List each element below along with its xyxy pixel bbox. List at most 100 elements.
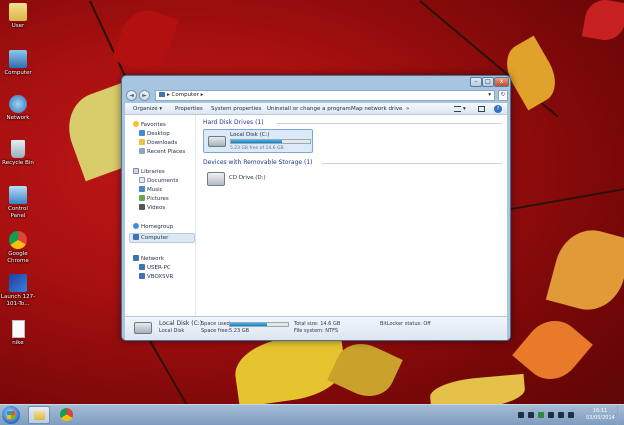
breadcrumb-root-chevron[interactable]: ▸ [167,92,170,98]
desktop-icon-label: Control Panel [8,206,28,219]
desktop-icon-nike[interactable]: nike [0,320,36,347]
wallpaper-branch [499,187,624,212]
taskbar-explorer-button[interactable] [28,406,50,424]
star-icon [133,121,139,127]
nav-downloads[interactable]: Downloads [139,139,177,148]
chrome-icon [60,408,73,421]
nav-favorites[interactable]: Favorites [133,121,166,130]
nav-label: Music [147,187,163,193]
desktop-icon-recycle-bin[interactable]: Recycle Bin [0,140,36,167]
nav-label: VBOXSVR [147,274,174,280]
desktop-icon-label: Computer [4,70,32,76]
nav-label: Computer [141,235,169,241]
nav-label: Favorites [141,122,166,128]
uninstall-program-button[interactable]: Uninstall or change a program [267,103,351,115]
nav-homegroup[interactable]: Homegroup [133,223,173,232]
control-panel-icon [9,186,27,204]
desktop-icon-launcher[interactable]: Launch 127-101-To... [0,274,36,307]
close-button[interactable]: x [494,77,509,87]
wallpaper-leaf [581,0,624,44]
details-pane: Local Disk (C:) Local Disk Space used: S… [125,316,507,340]
explorer-folder-icon [34,411,45,420]
desktop-icon-network[interactable]: Network [0,95,36,122]
volume-icon[interactable] [568,412,574,418]
desktop-icon-chrome[interactable]: Google Chrome [0,231,36,264]
breadcrumb-chevron[interactable]: ▸ [201,92,204,98]
back-button[interactable]: ◄ [126,90,137,101]
drive-usage-fill [231,140,282,143]
nav-network[interactable]: Network [133,255,164,264]
details-file-system: File system: NTFS [294,328,339,334]
address-row: ◄ ► ▸ Computer ▸ ▾ ↻ [126,89,508,101]
address-bar[interactable]: ▸ Computer ▸ ▾ [155,90,495,101]
cd-drive-name: CD Drive (D:) [229,175,266,181]
launcher-icon [9,274,27,292]
nav-documents[interactable]: Documents [139,177,178,186]
maximize-button[interactable]: □ [482,77,494,87]
group-header-removable[interactable]: Devices with Removable Storage (1) [203,158,312,167]
network-tray-icon[interactable] [558,412,564,418]
computer-icon [9,50,27,68]
minimize-button[interactable]: – [470,77,482,87]
help-icon[interactable]: ? [494,105,502,113]
computer-icon [133,234,139,240]
nav-user-pc[interactable]: USER-PC [139,264,171,273]
recent-places-icon [139,148,145,154]
nav-label: Documents [147,178,179,184]
nav-pictures[interactable]: Pictures [139,195,169,204]
forward-button[interactable]: ► [139,90,150,101]
action-center-flag-icon[interactable] [548,412,554,418]
refresh-button[interactable]: ↻ [498,90,508,101]
view-dropdown[interactable]: ▾ [463,103,466,115]
computer-icon [139,273,145,279]
preview-pane-icon[interactable] [478,106,485,112]
desktop-icon-label: Recycle Bin [2,160,34,166]
keyboard-icon[interactable] [518,412,524,418]
nav-videos[interactable]: Videos [139,204,165,213]
system-properties-button[interactable]: System properties [211,103,261,115]
taskbar-chrome-button[interactable] [56,406,78,424]
group-header-hard-disk[interactable]: Hard Disk Drives (1) [203,118,264,127]
desktop-icon [139,130,145,136]
drive-free-space: 5.23 GB free of 14.6 GB [230,146,284,151]
content-pane[interactable]: Hard Disk Drives (1) Local Disk (C:) 5.2… [197,115,507,316]
window-titlebar[interactable]: – □ x [122,76,510,89]
nav-libraries[interactable]: Libraries [133,168,165,177]
nav-vboxsvr[interactable]: VBOXSVR [139,273,173,282]
details-total-size: Total size: 14.6 GB [294,321,341,327]
nav-label: Desktop [147,131,170,137]
navigation-pane[interactable]: Favorites Desktop Downloads Recent Place… [125,115,196,316]
group-divider [322,163,502,164]
properties-button[interactable]: Properties [175,103,203,115]
drive-tile-local-disk[interactable]: Local Disk (C:) 5.23 GB free of 14.6 GB [203,129,313,153]
desktop-icon-computer[interactable]: Computer [0,50,36,77]
show-desktop-button[interactable] [617,405,624,425]
address-dropdown[interactable]: ▾ [488,91,491,100]
explorer-window[interactable]: – □ x ◄ ► ▸ Computer ▸ ▾ ↻ Organize ▾ Pr… [121,75,511,341]
details-space-free: 5.23 GB [229,328,250,334]
map-network-drive-button[interactable]: Map network drive [351,103,402,115]
nav-music[interactable]: Music [139,186,163,195]
more-commands-button[interactable]: » [406,103,409,115]
pictures-icon [139,195,145,201]
desktop-icon-label: nike [12,340,24,346]
drive-tile-cd[interactable]: CD Drive (D:) [203,169,293,189]
tray-app-icon[interactable] [538,412,544,418]
desktop-icon-user[interactable]: User [0,3,36,30]
tray-app-icon[interactable] [528,412,534,418]
start-button[interactable] [2,406,20,424]
desktop-icon-control-panel[interactable]: Control Panel [0,186,36,219]
organize-button[interactable]: Organize ▾ [133,103,162,115]
breadcrumb-computer[interactable]: Computer [172,92,199,98]
view-icon[interactable] [454,106,461,112]
desktop-icon-label: Network [6,115,30,121]
nav-recent-places[interactable]: Recent Places [139,148,185,157]
nav-desktop[interactable]: Desktop [139,130,170,139]
nav-computer[interactable]: Computer [133,234,168,243]
details-type: Local Disk [159,328,185,334]
clock-date: 03/05/2014 [586,414,615,421]
details-usage-fill [230,323,268,326]
explorer-client: Favorites Desktop Downloads Recent Place… [125,115,507,316]
group-divider [277,123,502,124]
taskbar-clock[interactable]: 16:11 03/05/2014 [586,408,615,421]
